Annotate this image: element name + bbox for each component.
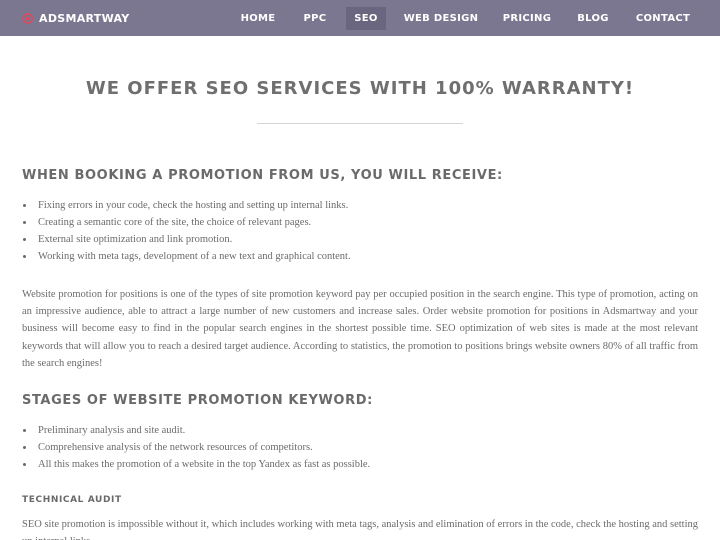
nav-ppc[interactable]: PPC	[294, 7, 336, 30]
nav-home[interactable]: HOME	[233, 7, 283, 30]
benefits-list: Fixing errors in your code, check the ho…	[22, 197, 702, 265]
list-item: All this makes the promotion of a websit…	[22, 456, 702, 473]
page-title: WE OFFER SEO SERVICES WITH 100% WARRANTY…	[85, 78, 635, 99]
technical-audit-heading: TECHNICAL AUDIT	[22, 495, 122, 505]
list-item: Fixing errors in your code, check the ho…	[22, 197, 702, 214]
list-item: Creating a semantic core of the site, th…	[22, 214, 702, 231]
list-item: Comprehensive analysis of the network re…	[22, 439, 702, 456]
nav-web-design[interactable]: WEB DESIGN	[398, 7, 484, 30]
list-item: Working with meta tags, development of a…	[22, 248, 702, 265]
title-divider	[257, 123, 463, 124]
nav-contact[interactable]: CONTACT	[628, 7, 698, 30]
nav-pricing[interactable]: PRICING	[496, 7, 558, 30]
section-heading-receive: WHEN BOOKING A PROMOTION FROM US, YOU WI…	[22, 168, 503, 183]
list-item: External site optimization and link prom…	[22, 231, 702, 248]
nav-blog[interactable]: BLOG	[570, 7, 616, 30]
technical-audit-paragraph: SEO site promotion is impossible without…	[22, 519, 698, 540]
stages-list: Preliminary analysis and site audit. Com…	[22, 422, 702, 473]
target-icon	[22, 12, 33, 24]
top-navbar: ADSMARTWAY HOME PPC SEO WEB DESIGN PRICI…	[0, 0, 720, 36]
brand-name: ADSMARTWAY	[39, 11, 130, 25]
nav-seo[interactable]: SEO	[346, 7, 386, 30]
promotion-paragraph: Website promotion for positions is one o…	[22, 289, 698, 369]
brand-logo[interactable]: ADSMARTWAY	[22, 0, 130, 36]
list-item: Preliminary analysis and site audit.	[22, 422, 702, 439]
section-heading-stages: STAGES OF WEBSITE PROMOTION KEYWORD:	[22, 393, 373, 408]
